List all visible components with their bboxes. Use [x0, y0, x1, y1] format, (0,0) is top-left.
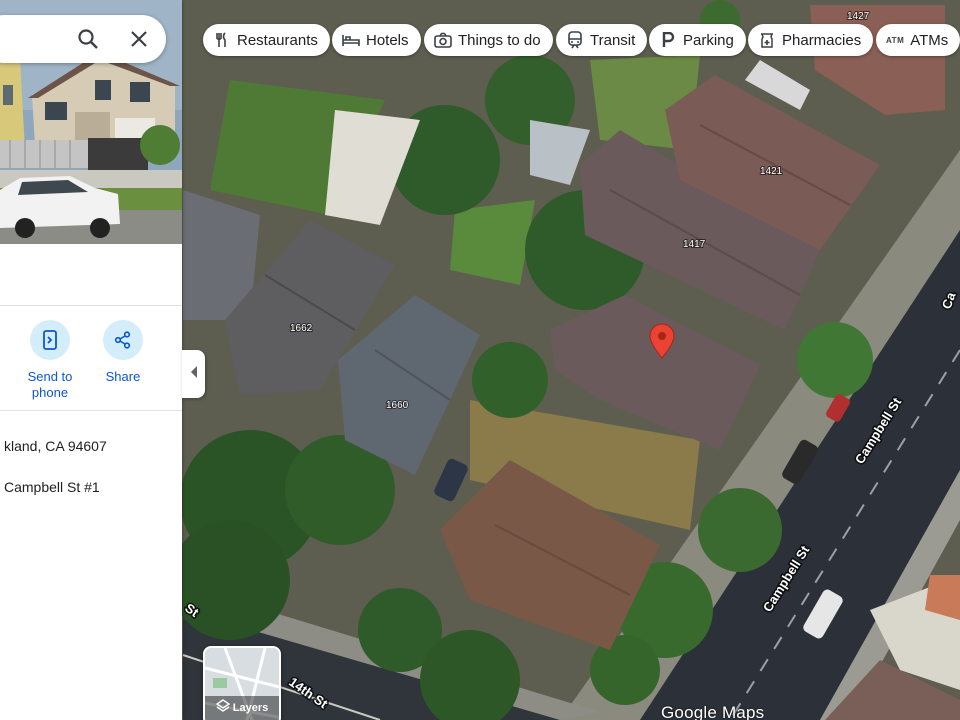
bed-icon	[342, 31, 360, 49]
pharmacy-icon	[758, 31, 776, 49]
chip-transit[interactable]: Transit	[556, 24, 648, 56]
chip-things-to-do[interactable]: Things to do	[424, 24, 553, 56]
chip-label: ATMs	[910, 31, 949, 49]
send-to-phone-icon	[30, 320, 70, 360]
street-view-photo[interactable]	[0, 0, 182, 244]
unit-line[interactable]: Campbell St #1	[4, 479, 100, 495]
chip-pharmacies[interactable]: Pharmacies	[748, 24, 874, 56]
layers-label-row: Layers	[205, 699, 279, 716]
lot-number-1421: 1421	[760, 166, 783, 177]
chip-label: Pharmacies	[782, 31, 862, 49]
atm-icon: ATM	[886, 35, 905, 45]
parking-icon	[659, 31, 677, 49]
share-icon	[103, 320, 143, 360]
search-box[interactable]	[0, 15, 166, 63]
chip-parking[interactable]: Parking	[649, 24, 746, 56]
share-button[interactable]: Share	[83, 320, 163, 385]
chip-label: Hotels	[366, 31, 409, 49]
chip-label: Transit	[590, 31, 636, 49]
chip-atms[interactable]: ATM ATMs	[876, 24, 960, 56]
lot-number-1662: 1662	[290, 323, 313, 334]
layers-button[interactable]: Layers	[203, 646, 281, 720]
chip-label: Parking	[683, 31, 734, 49]
layers-text: Layers	[232, 701, 269, 714]
camera-icon	[434, 31, 452, 49]
close-icon[interactable]	[127, 27, 151, 51]
fork-knife-icon	[213, 31, 231, 49]
action-label: Send to phone	[27, 369, 73, 400]
action-label: Share	[105, 369, 141, 384]
lot-number-1417: 1417	[683, 239, 706, 250]
search-icon[interactable]	[76, 27, 100, 51]
chip-hotels[interactable]: Hotels	[332, 24, 421, 56]
address-line[interactable]: kland, CA 94607	[4, 438, 107, 454]
chip-label: Restaurants	[237, 31, 318, 49]
action-buttons-row: Send to phone Share	[0, 305, 182, 411]
chip-label: Things to do	[458, 31, 541, 49]
collapse-panel-button[interactable]	[182, 350, 205, 398]
send-to-phone-button[interactable]: Send to phone	[10, 320, 90, 401]
google-maps-watermark: Google Maps	[661, 703, 765, 720]
place-details-panel: Send to phone Share kland, CA 94607 Camp…	[0, 0, 182, 720]
lot-number-1427: 1427	[847, 11, 870, 22]
lot-number-1660: 1660	[386, 400, 409, 411]
chip-restaurants[interactable]: Restaurants	[203, 24, 330, 56]
layers-icon	[215, 699, 231, 716]
train-icon	[566, 31, 584, 49]
chevron-left-icon	[190, 365, 198, 383]
